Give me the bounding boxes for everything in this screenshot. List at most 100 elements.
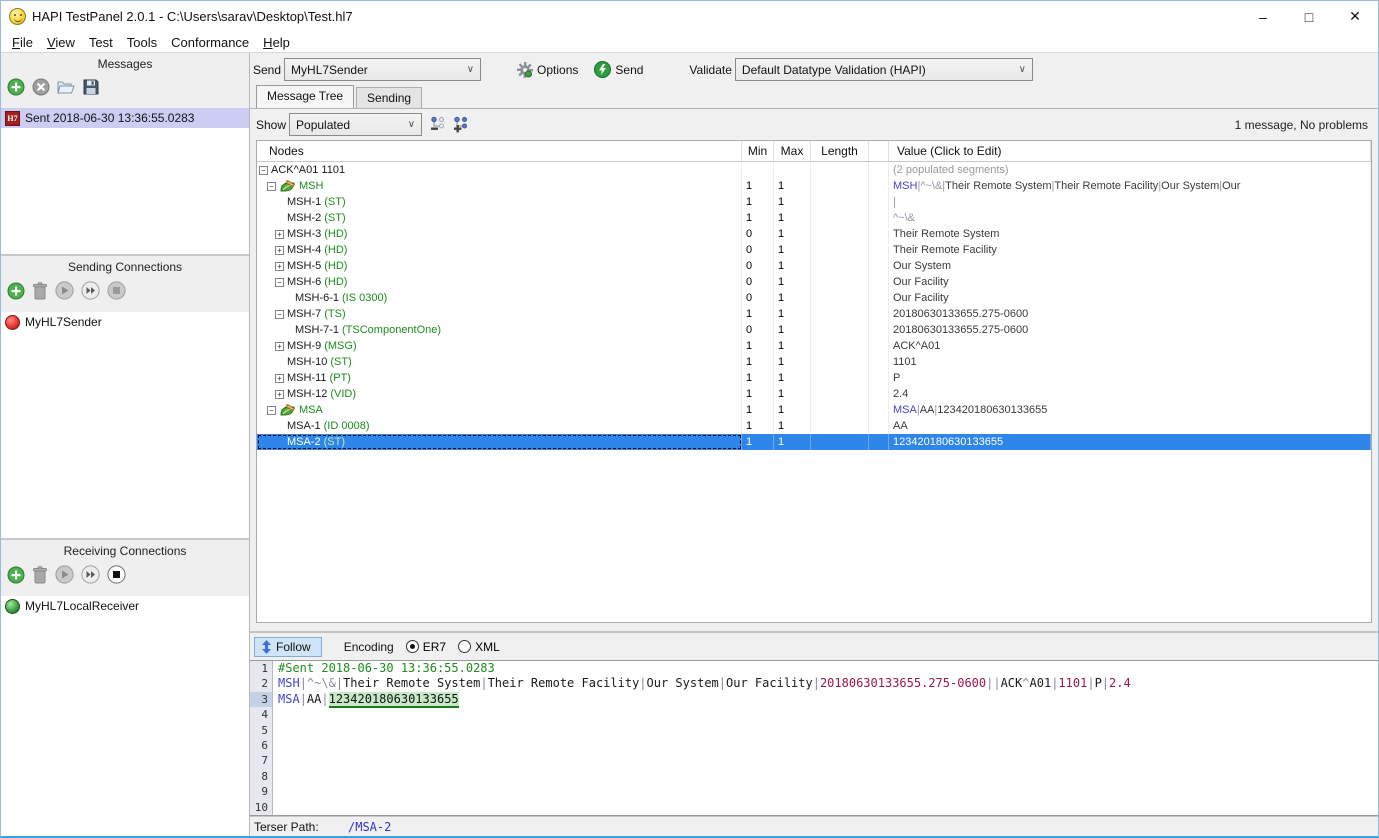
trash-button[interactable]: [32, 282, 48, 305]
expand-node-icon[interactable]: +: [275, 374, 284, 383]
tree-row-msa-1[interactable]: MSA-1(ID 0008)11AA: [257, 418, 1371, 434]
tree-row-msh-3[interactable]: +MSH-3(HD)01Their Remote System: [257, 226, 1371, 242]
add-button[interactable]: [7, 78, 25, 101]
add-button[interactable]: [7, 282, 25, 305]
menu-view[interactable]: View: [40, 34, 82, 51]
stop-button[interactable]: [107, 565, 126, 589]
node-cell[interactable]: +MSH-3(HD): [257, 226, 742, 242]
collapse-node-icon[interactable]: −: [275, 278, 284, 287]
maximize-button[interactable]: □: [1286, 1, 1332, 32]
node-cell[interactable]: +MSH-5(HD): [257, 258, 742, 274]
value-cell[interactable]: ACK^A01: [889, 338, 1371, 354]
node-cell[interactable]: MSH-6-1(IS 0300): [257, 290, 742, 306]
value-cell[interactable]: |: [889, 194, 1371, 210]
tree-row-msh-7-1[interactable]: MSH-7-1(TSComponentOne)0120180630133655.…: [257, 322, 1371, 338]
node-cell[interactable]: −MSH: [257, 178, 742, 194]
validate-combo[interactable]: Default Datatype Validation (HAPI) ∨: [735, 58, 1033, 81]
tree-row-msh-5[interactable]: +MSH-5(HD)01Our System: [257, 258, 1371, 274]
open-folder-button[interactable]: [57, 79, 76, 100]
column-header-nodes[interactable]: Nodes: [257, 141, 742, 161]
code-line[interactable]: MSA|AA|123420180630133655: [278, 692, 1378, 707]
menu-tools[interactable]: Tools: [120, 34, 164, 51]
expand-node-icon[interactable]: +: [275, 246, 284, 255]
tree-row-msh[interactable]: −MSH11MSH|^~\&|Their Remote System|Their…: [257, 178, 1371, 194]
value-cell[interactable]: ^~\&: [889, 210, 1371, 226]
value-cell[interactable]: 20180630133655.275-0600: [889, 306, 1371, 322]
encoding-er7-radio[interactable]: ER7: [406, 640, 446, 654]
value-cell[interactable]: (2 populated segments): [889, 162, 1371, 178]
value-cell[interactable]: 20180630133655.275-0600: [889, 322, 1371, 338]
expand-all-icon[interactable]: [453, 116, 470, 133]
list-item[interactable]: H7Sent 2018-06-30 13:36:55.0283: [1, 108, 249, 128]
close-button[interactable]: ✕: [1332, 1, 1378, 32]
node-cell[interactable]: MSH-1(ST): [257, 194, 742, 210]
expand-node-icon[interactable]: +: [275, 262, 284, 271]
expand-node-icon[interactable]: +: [275, 342, 284, 351]
tab-sending[interactable]: Sending: [356, 87, 422, 108]
column-header-length[interactable]: Length: [811, 141, 869, 161]
collapse-node-icon[interactable]: −: [259, 166, 268, 175]
tree-row-msh-10[interactable]: MSH-10(ST)111101: [257, 354, 1371, 370]
code-line[interactable]: [278, 800, 1378, 815]
node-cell[interactable]: −MSH-6(HD): [257, 274, 742, 290]
menu-test[interactable]: Test: [82, 34, 120, 51]
list-item[interactable]: MyHL7Sender: [1, 312, 249, 332]
value-cell[interactable]: MSH|^~\&|Their Remote System|Their Remot…: [889, 178, 1371, 194]
node-cell[interactable]: −MSH-7(TS): [257, 306, 742, 322]
tree-row-msh-12[interactable]: +MSH-12(VID)112.4: [257, 386, 1371, 402]
minimize-button[interactable]: –: [1240, 1, 1286, 32]
send-connection-combo[interactable]: MyHL7Sender ∨: [284, 58, 481, 81]
menu-conformance[interactable]: Conformance: [164, 34, 256, 51]
node-cell[interactable]: MSH-10(ST): [257, 354, 742, 370]
code-line[interactable]: [278, 769, 1378, 784]
value-cell[interactable]: MSA|AA|123420180630133655: [889, 402, 1371, 418]
tree-row-msh-11[interactable]: +MSH-11(PT)11P: [257, 370, 1371, 386]
collapse-all-icon[interactable]: [430, 116, 447, 133]
add-button[interactable]: [7, 566, 25, 589]
column-header-min[interactable]: Min: [742, 141, 774, 161]
value-cell[interactable]: Their Remote System: [889, 226, 1371, 242]
tree-row-msa[interactable]: −MSA11MSA|AA|123420180630133655: [257, 402, 1371, 418]
tab-message-tree[interactable]: Message Tree: [256, 85, 354, 108]
play-button[interactable]: [55, 281, 74, 305]
value-cell[interactable]: 1101: [889, 354, 1371, 370]
value-cell[interactable]: 2.4: [889, 386, 1371, 402]
close-button[interactable]: [32, 78, 50, 101]
tree-row-msh-4[interactable]: +MSH-4(HD)01Their Remote Facility: [257, 242, 1371, 258]
options-button[interactable]: Options: [513, 60, 582, 80]
code-line[interactable]: [278, 723, 1378, 738]
value-cell[interactable]: P: [889, 370, 1371, 386]
show-filter-combo[interactable]: Populated ∨: [289, 113, 422, 136]
follow-toggle-button[interactable]: Follow: [254, 637, 322, 657]
node-cell[interactable]: −ACK^A01 1101: [257, 162, 742, 178]
trash-button[interactable]: [32, 566, 48, 589]
value-cell[interactable]: Our Facility: [889, 290, 1371, 306]
send-button[interactable]: Send: [590, 59, 647, 80]
tree-row-msh-6-1[interactable]: MSH-6-1(IS 0300)01Our Facility: [257, 290, 1371, 306]
hl7-message-editor[interactable]: 12345678910 #Sent 2018-06-30 13:36:55.02…: [250, 660, 1378, 816]
column-header-value[interactable]: Value (Click to Edit): [889, 141, 1371, 161]
fast-forward-button[interactable]: [81, 281, 100, 305]
tree-row-ack-a01-1101[interactable]: −ACK^A01 1101 (2 populated segments): [257, 162, 1371, 178]
node-cell[interactable]: MSA-2(ST): [257, 434, 742, 450]
fast-forward-button[interactable]: [81, 565, 100, 589]
node-cell[interactable]: MSA-1(ID 0008): [257, 418, 742, 434]
node-cell[interactable]: MSH-2(ST): [257, 210, 742, 226]
code-line[interactable]: MSH|^~\&|Their Remote System|Their Remot…: [278, 676, 1378, 691]
tree-row-msh-9[interactable]: +MSH-9(MSG)11ACK^A01: [257, 338, 1371, 354]
node-cell[interactable]: +MSH-4(HD): [257, 242, 742, 258]
code-line[interactable]: [278, 753, 1378, 768]
value-cell[interactable]: AA: [889, 418, 1371, 434]
value-cell[interactable]: Their Remote Facility: [889, 242, 1371, 258]
expand-node-icon[interactable]: +: [275, 390, 284, 399]
menu-help[interactable]: Help: [256, 34, 297, 51]
expand-node-icon[interactable]: +: [275, 230, 284, 239]
encoding-xml-radio[interactable]: XML: [458, 640, 500, 654]
tree-row-msh-6[interactable]: −MSH-6(HD)01Our Facility: [257, 274, 1371, 290]
editor-code[interactable]: #Sent 2018-06-30 13:36:55.0283MSH|^~\&|T…: [273, 661, 1378, 815]
code-line[interactable]: [278, 784, 1378, 799]
collapse-node-icon[interactable]: −: [267, 182, 276, 191]
code-line[interactable]: [278, 738, 1378, 753]
node-cell[interactable]: +MSH-9(MSG): [257, 338, 742, 354]
tree-row-msh-2[interactable]: MSH-2(ST)11^~\&: [257, 210, 1371, 226]
